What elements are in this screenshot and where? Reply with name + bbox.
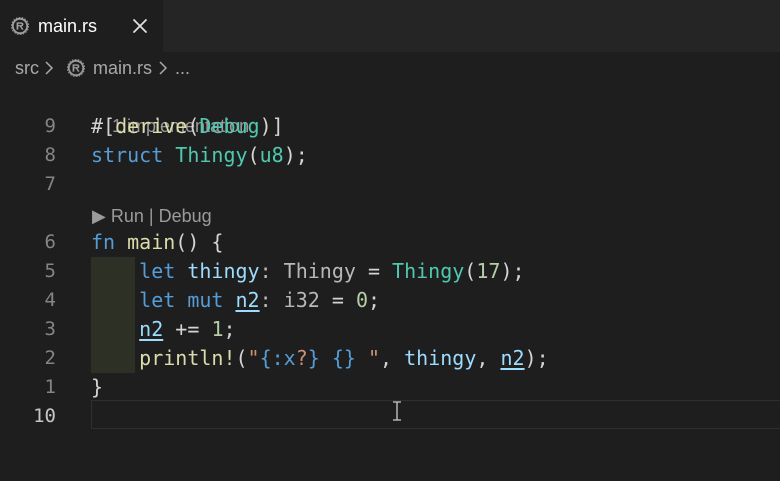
line-number: 2	[44, 347, 56, 369]
code-token: ,	[476, 346, 501, 370]
breadcrumb-more[interactable]: ...	[175, 52, 190, 84]
code-token: thingy	[404, 346, 477, 370]
code-line[interactable]: #[derive(Debug)]	[91, 112, 284, 141]
line-number: 6	[44, 231, 56, 253]
code-token: 1	[211, 317, 224, 341]
code-line[interactable]: }	[91, 373, 103, 402]
code-token: (	[235, 346, 248, 370]
code-line[interactable]: fn main() {	[91, 228, 223, 257]
code-token: () {	[175, 230, 224, 254]
tab-bar: main.rs	[0, 0, 780, 52]
line-number: 1	[44, 376, 56, 398]
current-line-highlight	[91, 400, 780, 429]
debug-link[interactable]: Debug	[159, 206, 212, 226]
code-token: n2	[139, 317, 164, 341]
code-token: (	[464, 259, 477, 283]
chevron-right-icon	[45, 61, 54, 75]
code-token: ?	[295, 346, 308, 370]
code-token: 0	[355, 288, 368, 312]
code-token: );	[524, 346, 549, 370]
codelens-run-debug: ▶ Run | Debug	[92, 203, 212, 229]
code-token: {:x	[259, 346, 296, 370]
code-token: Thingy	[175, 143, 248, 167]
code-token: );	[500, 259, 525, 283]
code-token: "	[247, 346, 260, 370]
code-token: "	[355, 346, 381, 370]
code-token: thingy	[187, 259, 260, 283]
code-line[interactable]: let mut n2: i32 = 0;	[91, 286, 380, 315]
code-token: ,	[380, 346, 405, 370]
code-token: (	[187, 114, 200, 138]
code-token: struct	[91, 143, 176, 167]
code-token: let mut	[139, 288, 236, 312]
code-token: );	[283, 143, 308, 167]
run-link[interactable]: ▶ Run	[92, 206, 144, 226]
code-token: }	[91, 375, 104, 399]
text-cursor-icon	[393, 401, 401, 421]
code-token: println!	[139, 346, 236, 370]
code-token: ;	[367, 288, 381, 312]
tab-main-rs[interactable]: main.rs	[0, 0, 163, 52]
breadcrumb-folder[interactable]: src	[15, 52, 39, 84]
code-token: =	[355, 259, 393, 283]
code-token: n2	[500, 346, 525, 370]
code-token: 17	[476, 259, 501, 283]
code-token: Thingy	[392, 259, 465, 283]
code-editor[interactable]: 1 implementation ▶ Run | Debug 9 #[derive…	[0, 86, 780, 481]
code-token: derive	[115, 114, 188, 138]
breadcrumb: src main.rs ...	[0, 52, 780, 84]
rust-icon	[11, 17, 29, 35]
line-number: 7	[44, 173, 56, 195]
code-token: )]	[259, 114, 284, 138]
line-number: 9	[44, 115, 56, 137]
code-token: ;	[223, 317, 236, 341]
code-token: }	[307, 346, 320, 370]
code-token: #[	[91, 114, 116, 138]
codelens-separator: |	[148, 206, 154, 226]
code-line[interactable]: n2 += 1;	[91, 315, 236, 344]
tab-label: main.rs	[38, 16, 98, 36]
code-token: =	[319, 288, 356, 312]
line-number: 5	[44, 260, 56, 282]
rust-icon	[67, 59, 85, 77]
code-token: let	[139, 259, 188, 283]
line-number: 8	[44, 144, 56, 166]
code-token: fn	[91, 230, 128, 254]
code-token: (	[247, 143, 260, 167]
code-token: main	[127, 230, 176, 254]
code-token: : i32	[259, 288, 320, 312]
breadcrumb-file[interactable]: main.rs	[93, 52, 152, 84]
line-number: 3	[44, 318, 56, 340]
code-token: n2	[235, 288, 260, 312]
code-token: Debug	[199, 114, 260, 138]
code-token: {}	[331, 346, 356, 370]
line-number: 10	[33, 405, 56, 427]
code-line[interactable]: struct Thingy(u8);	[91, 141, 308, 170]
code-line[interactable]: println!("{:x?} {} ", thingy, n2);	[91, 344, 549, 373]
code-token: : Thingy	[259, 259, 356, 283]
code-token: u8	[259, 143, 284, 167]
code-token: +=	[163, 317, 212, 341]
line-number: 4	[44, 289, 56, 311]
chevron-right-icon	[159, 61, 168, 75]
close-icon[interactable]	[131, 17, 149, 35]
code-line[interactable]: let thingy: Thingy = Thingy(17);	[91, 257, 525, 286]
